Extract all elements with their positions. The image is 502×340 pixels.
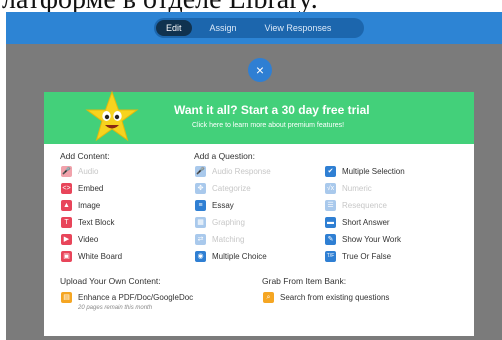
add-audio[interactable]: 🎤 Audio [61, 164, 98, 178]
item-bank-label: Grab From Item Bank: [262, 276, 347, 286]
resequence-icon: ☰ [325, 199, 336, 211]
pencil-icon: ✎ [325, 233, 336, 245]
add-image[interactable]: ▲ Image [61, 198, 100, 212]
microphone-icon: 🎤 [61, 165, 72, 177]
true-false-icon: T/F [325, 250, 336, 262]
short-answer-icon: ▬ [325, 216, 336, 228]
add-multiple-selection[interactable]: ✔ Multiple Selection [325, 164, 405, 178]
banner-title: Want it all? Start a 30 day free trial [174, 103, 370, 117]
add-embed[interactable]: <> Embed [61, 181, 103, 195]
checkbox-icon: ✔ [325, 165, 336, 177]
add-content-label: Add Content: [60, 151, 110, 161]
search-item-bank-button[interactable]: ⌕ Search from existing questions [263, 290, 389, 304]
add-video[interactable]: ▶ Video [61, 232, 98, 246]
add-short-answer[interactable]: ▬ Short Answer [325, 215, 390, 229]
sqrt-icon: √x [325, 182, 336, 194]
add-question-label: Add a Question: [194, 151, 255, 161]
graph-icon: ▦ [195, 216, 206, 228]
add-item-modal: Want it all? Start a 30 day free trial C… [44, 90, 474, 336]
add-matching[interactable]: ⇄ Matching [195, 232, 244, 246]
upload-content-label: Upload Your Own Content: [60, 276, 161, 286]
tab-assign[interactable]: Assign [200, 18, 247, 38]
search-icon: ⌕ [263, 291, 274, 303]
radio-icon: ◉ [195, 250, 206, 262]
text-icon: T [61, 216, 72, 228]
add-show-your-work[interactable]: ✎ Show Your Work [325, 232, 401, 246]
play-icon: ▶ [61, 233, 72, 245]
app-screen: Edit Assign View Responses × Want it all… [6, 12, 502, 340]
add-essay[interactable]: ≡ Essay [195, 198, 234, 212]
document-icon: ▤ [61, 291, 72, 303]
add-graphing[interactable]: ▦ Graphing [195, 215, 245, 229]
essay-icon: ≡ [195, 199, 206, 211]
tab-group: Edit Assign View Responses [154, 18, 364, 38]
whiteboard-icon: ▣ [61, 250, 72, 262]
image-icon: ▲ [61, 199, 72, 211]
add-white-board[interactable]: ▣ White Board [61, 249, 122, 263]
code-icon: <> [61, 182, 72, 194]
add-text-block[interactable]: T Text Block [61, 215, 114, 229]
top-bar: Edit Assign View Responses [6, 12, 502, 44]
tab-view-responses[interactable]: View Responses [255, 18, 342, 38]
add-numeric[interactable]: √x Numeric [325, 181, 372, 195]
add-audio-response[interactable]: 🎤 Audio Response [195, 164, 271, 178]
microphone-icon: 🎤 [195, 165, 206, 177]
add-multiple-choice[interactable]: ◉ Multiple Choice [195, 249, 267, 263]
add-true-or-false[interactable]: T/F True Or False [325, 249, 391, 263]
close-icon[interactable]: × [248, 58, 272, 82]
add-categorize[interactable]: ✥ Categorize [195, 181, 251, 195]
pages-remaining-note: 20 pages remain this month [78, 305, 153, 311]
categorize-icon: ✥ [195, 182, 206, 194]
matching-icon: ⇄ [195, 233, 206, 245]
enhance-document-button[interactable]: ▤ Enhance a PDF/Doc/GoogleDoc [61, 290, 193, 304]
tab-edit[interactable]: Edit [156, 20, 192, 36]
premium-banner[interactable]: Want it all? Start a 30 day free trial C… [44, 90, 474, 144]
banner-subtitle[interactable]: Click here to learn more about premium f… [192, 122, 344, 129]
add-resequence[interactable]: ☰ Resequence [325, 198, 387, 212]
star-mascot-icon [85, 90, 139, 142]
